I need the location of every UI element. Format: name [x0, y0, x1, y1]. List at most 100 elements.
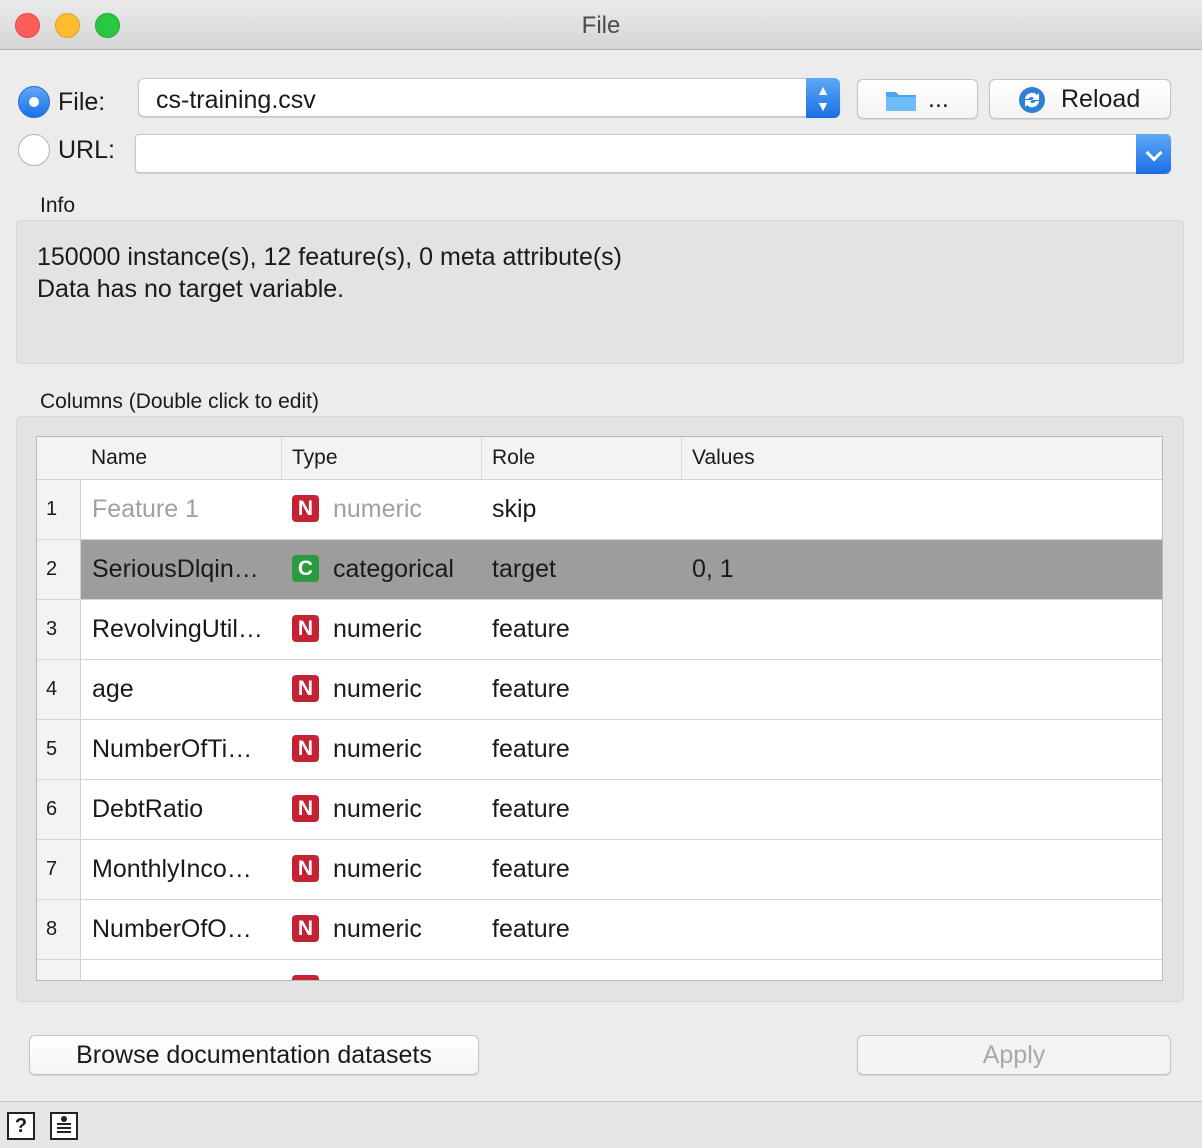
reload-label: Reload	[1061, 85, 1141, 113]
row-number: 7	[37, 840, 81, 899]
cell-type[interactable]: Nnumeric	[292, 480, 482, 539]
table-row-partial[interactable]	[37, 960, 1162, 980]
cell-values[interactable]	[692, 600, 1152, 659]
cell-type[interactable]: Nnumeric	[292, 600, 482, 659]
header-role[interactable]: Role	[481, 437, 681, 479]
header-name[interactable]: Name	[81, 437, 281, 479]
numeric-type-icon: N	[292, 854, 319, 882]
numeric-type-icon: N	[292, 734, 319, 762]
window-title: File	[581, 12, 621, 39]
table-row[interactable]: 2 SeriousDlqin… Ccategorical target 0, 1	[37, 540, 1162, 600]
cell-name[interactable]: Feature 1	[92, 480, 282, 539]
table-row[interactable]: 6 DebtRatio Nnumeric feature	[37, 780, 1162, 840]
file-combobox-value: cs-training.csv	[156, 86, 316, 114]
type-text: numeric	[333, 795, 422, 823]
apply-button[interactable]: Apply	[857, 1035, 1171, 1075]
type-text: numeric	[333, 675, 422, 703]
cell-role[interactable]: feature	[492, 900, 682, 959]
header-values[interactable]: Values	[681, 437, 1162, 479]
file-label: File:	[58, 88, 106, 116]
title-bar: File	[0, 0, 1202, 50]
numeric-type-icon: N	[292, 674, 319, 702]
info-box: 150000 instance(s), 12 feature(s), 0 met…	[16, 220, 1184, 364]
row-number: 8	[37, 900, 81, 959]
row-number: 1	[37, 480, 81, 539]
cell-values[interactable]: 0, 1	[692, 540, 1152, 599]
header-type[interactable]: Type	[281, 437, 481, 479]
reload-button[interactable]: Reload	[989, 79, 1171, 119]
cell-name[interactable]: DebtRatio	[92, 780, 282, 839]
cell-type[interactable]: Nnumeric	[292, 720, 482, 779]
browse-file-label: ...	[928, 85, 949, 113]
cell-type[interactable]: Nnumeric	[292, 660, 482, 719]
cell-role[interactable]: target	[492, 540, 682, 599]
header-corner	[37, 437, 81, 479]
cell-type[interactable]: Nnumeric	[292, 780, 482, 839]
numeric-type-icon	[292, 975, 319, 980]
cell-role[interactable]: feature	[492, 780, 682, 839]
cell-values[interactable]	[692, 720, 1152, 779]
numeric-type-icon: N	[292, 494, 319, 522]
cell-type[interactable]: Nnumeric	[292, 900, 482, 959]
cell-role[interactable]: feature	[492, 840, 682, 899]
table-row[interactable]: 3 RevolvingUtil… Nnumeric feature	[37, 600, 1162, 660]
info-target: Data has no target variable.	[37, 275, 345, 303]
type-text: categorical	[333, 555, 454, 583]
numeric-type-icon: N	[292, 914, 319, 942]
info-summary: 150000 instance(s), 12 feature(s), 0 met…	[37, 243, 623, 271]
columns-table[interactable]: Name Type Role Values 1 Feature 1 Nnumer…	[36, 436, 1163, 981]
cell-name[interactable]: NumberOfTi…	[92, 720, 282, 779]
type-text: numeric	[333, 855, 422, 883]
cell-role[interactable]: skip	[492, 480, 682, 539]
folder-icon	[885, 89, 917, 112]
cell-values[interactable]	[692, 480, 1152, 539]
up-down-arrows-icon[interactable]: ▲ ▼	[806, 78, 840, 118]
table-row[interactable]: 4 age Nnumeric feature	[37, 660, 1162, 720]
type-text: numeric	[333, 915, 422, 943]
cell-values[interactable]	[692, 660, 1152, 719]
cell-role[interactable]: feature	[492, 660, 682, 719]
row-number: 2	[37, 540, 81, 599]
table-row[interactable]: 8 NumberOfO… Nnumeric feature	[37, 900, 1162, 960]
cell-values[interactable]	[692, 780, 1152, 839]
info-section-title: Info	[40, 194, 76, 217]
type-text: numeric	[333, 615, 422, 643]
cell-role[interactable]: feature	[492, 720, 682, 779]
cell-values[interactable]	[692, 840, 1152, 899]
row-number: 6	[37, 780, 81, 839]
cell-role[interactable]: feature	[492, 600, 682, 659]
reload-icon	[1017, 85, 1047, 115]
status-bar: ?	[0, 1101, 1202, 1148]
browse-documentation-datasets-button[interactable]: Browse documentation datasets	[29, 1035, 479, 1075]
table-row[interactable]: 5 NumberOfTi… Nnumeric feature	[37, 720, 1162, 780]
cell-name[interactable]: RevolvingUtil…	[92, 600, 282, 659]
help-icon[interactable]: ?	[7, 1112, 35, 1140]
url-combobox[interactable]	[135, 134, 1171, 174]
row-number	[37, 960, 81, 980]
cell-name[interactable]: MonthlyInco…	[92, 840, 282, 899]
columns-section-title: Columns (Double click to edit)	[40, 390, 319, 413]
cell-name[interactable]: age	[92, 660, 282, 719]
url-radio[interactable]	[18, 134, 50, 166]
numeric-type-icon: N	[292, 614, 319, 642]
chevron-down-icon[interactable]	[1136, 134, 1171, 174]
row-number: 4	[37, 660, 81, 719]
report-icon[interactable]	[50, 1112, 78, 1140]
row-number: 5	[37, 720, 81, 779]
categorical-type-icon: C	[292, 554, 319, 582]
file-radio[interactable]	[18, 86, 50, 118]
table-header: Name Type Role Values	[37, 437, 1162, 480]
numeric-type-icon: N	[292, 794, 319, 822]
cell-type[interactable]: Ccategorical	[292, 540, 482, 599]
cell-name[interactable]: NumberOfO…	[92, 900, 282, 959]
type-text: numeric	[333, 735, 422, 763]
file-combobox[interactable]: cs-training.csv ▲ ▼	[138, 78, 840, 118]
cell-type[interactable]: Nnumeric	[292, 840, 482, 899]
browse-file-button[interactable]: ...	[857, 79, 978, 119]
row-number: 3	[37, 600, 81, 659]
type-text: numeric	[333, 495, 422, 523]
cell-name[interactable]: SeriousDlqin…	[92, 540, 282, 599]
table-row[interactable]: 7 MonthlyInco… Nnumeric feature	[37, 840, 1162, 900]
cell-values[interactable]	[692, 900, 1152, 959]
table-row[interactable]: 1 Feature 1 Nnumeric skip	[37, 480, 1162, 540]
